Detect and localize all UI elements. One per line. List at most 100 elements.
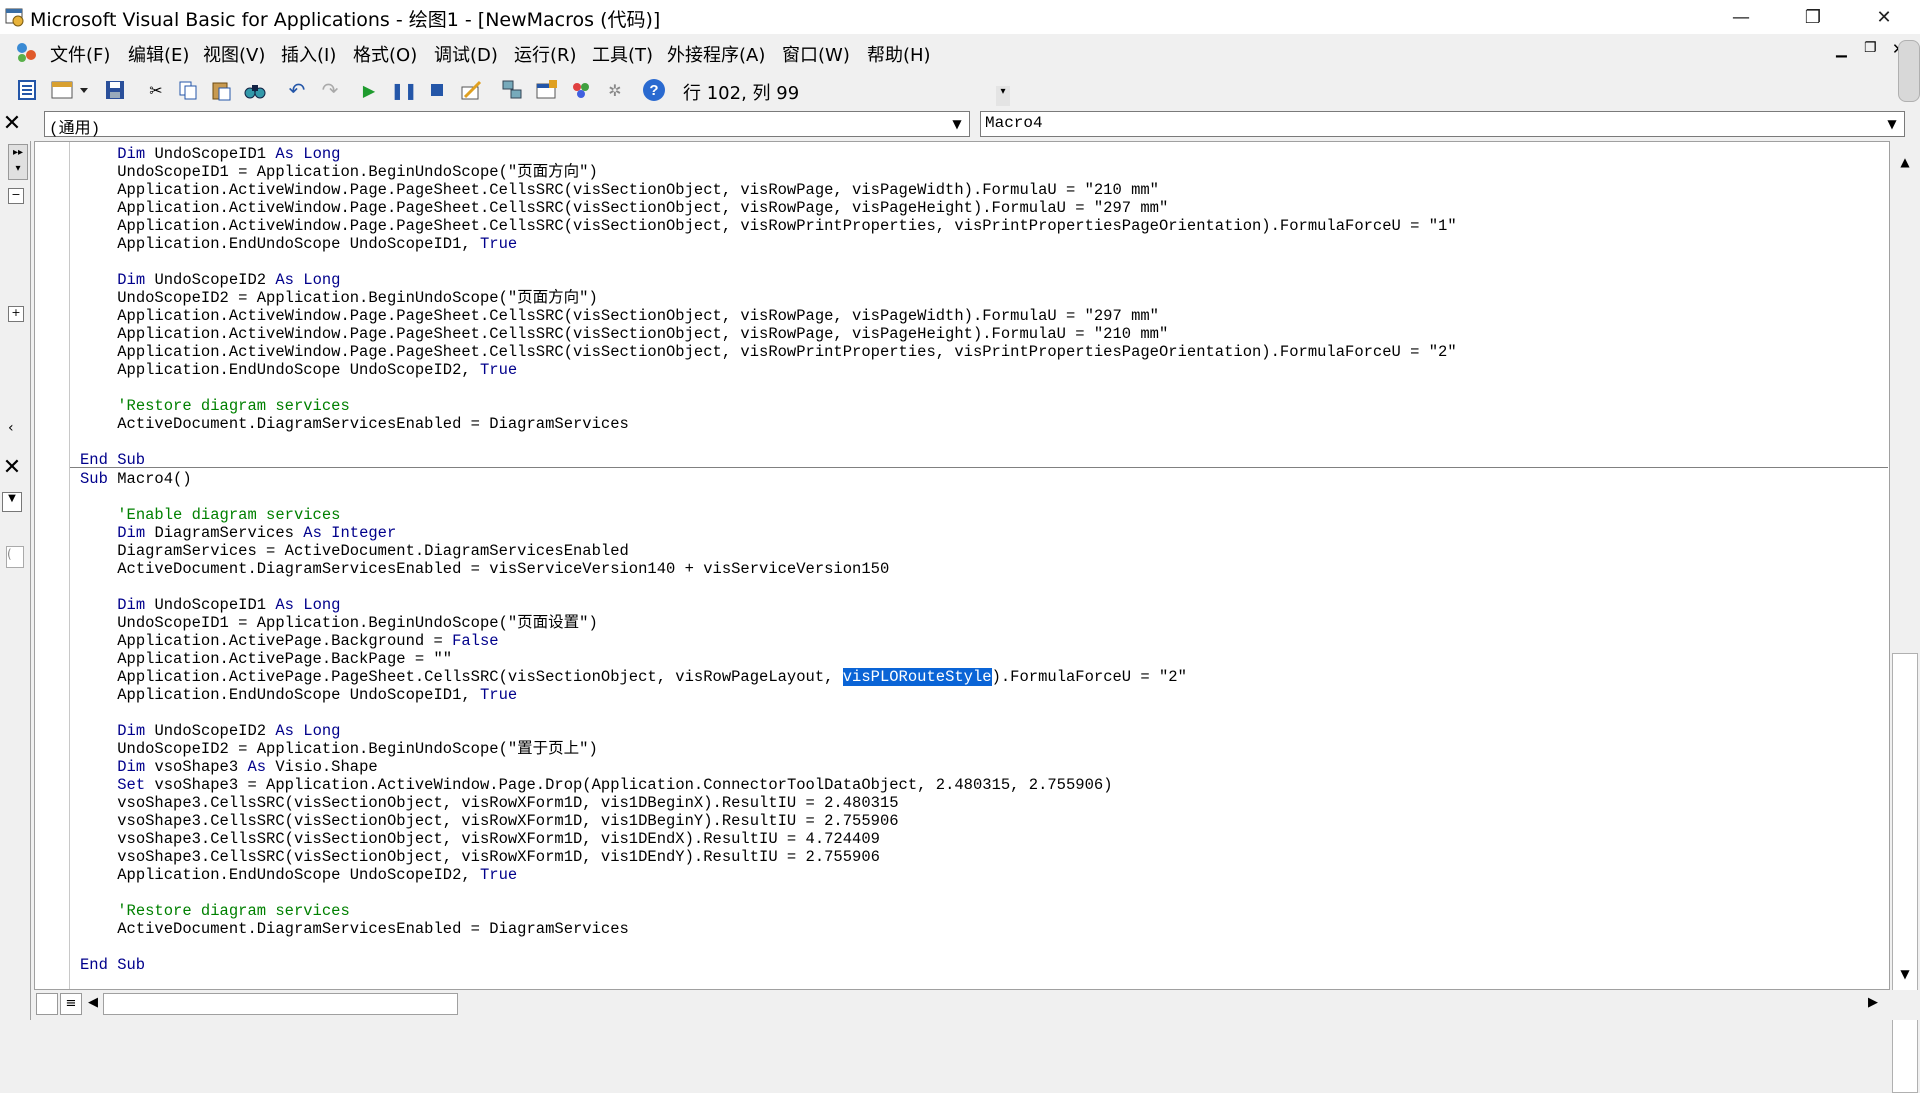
- code-line[interactable]: 'Restore diagram services: [80, 902, 350, 920]
- procedure-view-button[interactable]: [36, 993, 58, 1015]
- menu-debug[interactable]: 调试(D): [434, 41, 498, 67]
- view-object-icon[interactable]: [14, 77, 40, 103]
- code-line[interactable]: DiagramServices = ActiveDocument.Diagram…: [80, 542, 629, 560]
- code-line[interactable]: Application.EndUndoScope UndoScopeID1, T…: [80, 235, 517, 253]
- code-line[interactable]: 'Enable diagram services: [80, 506, 340, 524]
- module-menu-icon[interactable]: [12, 38, 40, 66]
- menu-view[interactable]: 视图(V): [203, 41, 265, 67]
- code-line[interactable]: Application.EndUndoScope UndoScopeID2, T…: [80, 866, 517, 884]
- code-line[interactable]: ActiveDocument.DiagramServicesEnabled = …: [80, 560, 889, 578]
- procedure-combo[interactable]: Macro4 ▼: [980, 111, 1905, 137]
- vertical-scroll-thumb[interactable]: [1892, 653, 1918, 1093]
- code-line[interactable]: Dim vsoShape3 As Visio.Shape: [80, 758, 377, 776]
- horizontal-scroll-thumb[interactable]: [103, 993, 458, 1015]
- code-line[interactable]: vsoShape3.CellsSRC(visSectionObject, vis…: [80, 830, 880, 848]
- paste-icon[interactable]: [208, 77, 234, 103]
- code-line[interactable]: End Sub: [80, 956, 145, 974]
- menu-format[interactable]: 格式(O): [353, 41, 417, 67]
- menu-edit[interactable]: 编辑(E): [128, 41, 189, 67]
- code-line[interactable]: Dim UndoScopeID2 As Long: [80, 271, 340, 289]
- redo-icon[interactable]: ↷: [317, 77, 343, 103]
- object-browser-icon[interactable]: [568, 77, 594, 103]
- scroll-left-icon[interactable]: ◀: [88, 995, 98, 1010]
- scroll-left-icon[interactable]: ‹: [8, 420, 14, 436]
- code-line[interactable]: Application.ActiveWindow.Page.PageSheet.…: [80, 217, 1456, 235]
- chevron-down-icon[interactable]: ▼: [947, 114, 967, 134]
- save-icon[interactable]: [102, 77, 128, 103]
- toolbar-grip[interactable]: [1898, 40, 1920, 102]
- close-button[interactable]: ✕: [1853, 0, 1915, 34]
- code-line[interactable]: Application.ActivePage.Background = Fals…: [80, 632, 498, 650]
- vertical-scrollbar[interactable]: ▲ ▼: [1890, 141, 1920, 1093]
- code-line[interactable]: Set vsoShape3 = Application.ActiveWindow…: [80, 776, 1112, 794]
- code-line[interactable]: Application.ActivePage.BackPage = "": [80, 650, 452, 668]
- menu-window[interactable]: 窗口(W): [782, 41, 850, 67]
- chevron-down-icon[interactable]: ▼: [1882, 114, 1902, 134]
- svg-text:?: ?: [649, 82, 658, 99]
- scroll-up-icon[interactable]: ▲: [1890, 149, 1920, 175]
- code-line[interactable]: UndoScopeID1 = Application.BeginUndoScop…: [80, 163, 598, 181]
- code-token: vsoShape3: [154, 758, 248, 776]
- undo-icon[interactable]: ↶: [284, 77, 310, 103]
- menu-insert[interactable]: 插入(I): [281, 41, 336, 67]
- expand-tree-icon[interactable]: +: [8, 306, 24, 322]
- cut-icon[interactable]: ✂: [143, 77, 169, 103]
- menu-run[interactable]: 运行(R): [514, 41, 577, 67]
- margin-indicator-bar[interactable]: [35, 142, 70, 989]
- code-line[interactable]: Application.ActiveWindow.Page.PageSheet.…: [80, 343, 1456, 361]
- expand-pane-button[interactable]: ▸▸ ▾: [8, 144, 28, 180]
- menu-addins[interactable]: 外接程序(A): [667, 41, 765, 67]
- copy-icon[interactable]: [175, 77, 201, 103]
- reset-icon[interactable]: [424, 77, 450, 103]
- code-line[interactable]: Dim UndoScopeID2 As Long: [80, 722, 340, 740]
- code-line[interactable]: vsoShape3.CellsSRC(visSectionObject, vis…: [80, 812, 898, 830]
- code-line[interactable]: Application.EndUndoScope UndoScopeID1, T…: [80, 686, 517, 704]
- code-line[interactable]: vsoShape3.CellsSRC(visSectionObject, vis…: [80, 794, 898, 812]
- code-line[interactable]: Dim UndoScopeID1 As Long: [80, 145, 340, 163]
- code-line[interactable]: Application.ActiveWindow.Page.PageSheet.…: [80, 307, 1159, 325]
- keyword-token: True: [479, 866, 518, 884]
- help-icon[interactable]: ?: [641, 77, 667, 103]
- code-line[interactable]: ActiveDocument.DiagramServicesEnabled = …: [80, 920, 629, 938]
- restore-button[interactable]: ❐: [1782, 0, 1844, 34]
- close-pane-icon[interactable]: ✕: [0, 455, 24, 481]
- mdi-minimize-button[interactable]: ▁: [1836, 42, 1847, 58]
- code-line[interactable]: 'Restore diagram services: [80, 397, 350, 415]
- toolbox-icon[interactable]: ✲: [602, 77, 628, 103]
- project-explorer-icon[interactable]: [500, 77, 526, 103]
- run-icon[interactable]: ▶: [356, 77, 382, 103]
- code-line[interactable]: Sub Macro4(): [80, 470, 192, 488]
- code-line[interactable]: UndoScopeID2 = Application.BeginUndoScop…: [80, 289, 598, 307]
- menu-tools[interactable]: 工具(T): [592, 41, 653, 67]
- insert-module-icon[interactable]: [50, 77, 90, 103]
- code-token: UndoScopeID1: [154, 596, 276, 614]
- find-icon[interactable]: [242, 77, 268, 103]
- code-line[interactable]: UndoScopeID1 = Application.BeginUndoScop…: [80, 614, 598, 632]
- break-icon[interactable]: ❚❚: [391, 77, 418, 103]
- pane-dropdown-icon[interactable]: ▼: [2, 492, 22, 512]
- menu-help[interactable]: 帮助(H): [867, 41, 931, 67]
- code-line[interactable]: Dim DiagramServices As Integer: [80, 524, 396, 542]
- code-line[interactable]: Application.ActiveWindow.Page.PageSheet.…: [80, 199, 1168, 217]
- code-line[interactable]: vsoShape3.CellsSRC(visSectionObject, vis…: [80, 848, 880, 866]
- code-line[interactable]: ActiveDocument.DiagramServicesEnabled = …: [80, 415, 629, 433]
- toolbar-overflow-button[interactable]: ▾: [996, 86, 1010, 106]
- properties-icon[interactable]: [534, 77, 560, 103]
- object-combo[interactable]: (通用) ▼: [44, 111, 970, 138]
- scroll-down-icon[interactable]: ▼: [1890, 961, 1920, 987]
- scroll-right-icon[interactable]: ▶: [1868, 995, 1878, 1010]
- code-line[interactable]: Application.ActiveWindow.Page.PageSheet.…: [80, 325, 1168, 343]
- design-mode-icon[interactable]: [458, 77, 484, 103]
- code-line[interactable]: Application.EndUndoScope UndoScopeID2, T…: [80, 361, 517, 379]
- menu-file[interactable]: 文件(F): [50, 41, 110, 67]
- mdi-restore-button[interactable]: ❐: [1864, 40, 1877, 56]
- code-line[interactable]: Application.ActivePage.PageSheet.CellsSR…: [80, 668, 1187, 686]
- code-token: UndoScopeID1: [154, 145, 276, 163]
- minimize-button[interactable]: —: [1710, 0, 1772, 34]
- collapse-tree-icon[interactable]: −: [8, 188, 24, 204]
- code-line[interactable]: Dim UndoScopeID1 As Long: [80, 596, 340, 614]
- code-line[interactable]: UndoScopeID2 = Application.BeginUndoScop…: [80, 740, 598, 758]
- full-module-view-button[interactable]: ≡: [60, 993, 82, 1015]
- close-pane-icon[interactable]: ✕: [0, 111, 24, 137]
- code-line[interactable]: Application.ActiveWindow.Page.PageSheet.…: [80, 181, 1159, 199]
